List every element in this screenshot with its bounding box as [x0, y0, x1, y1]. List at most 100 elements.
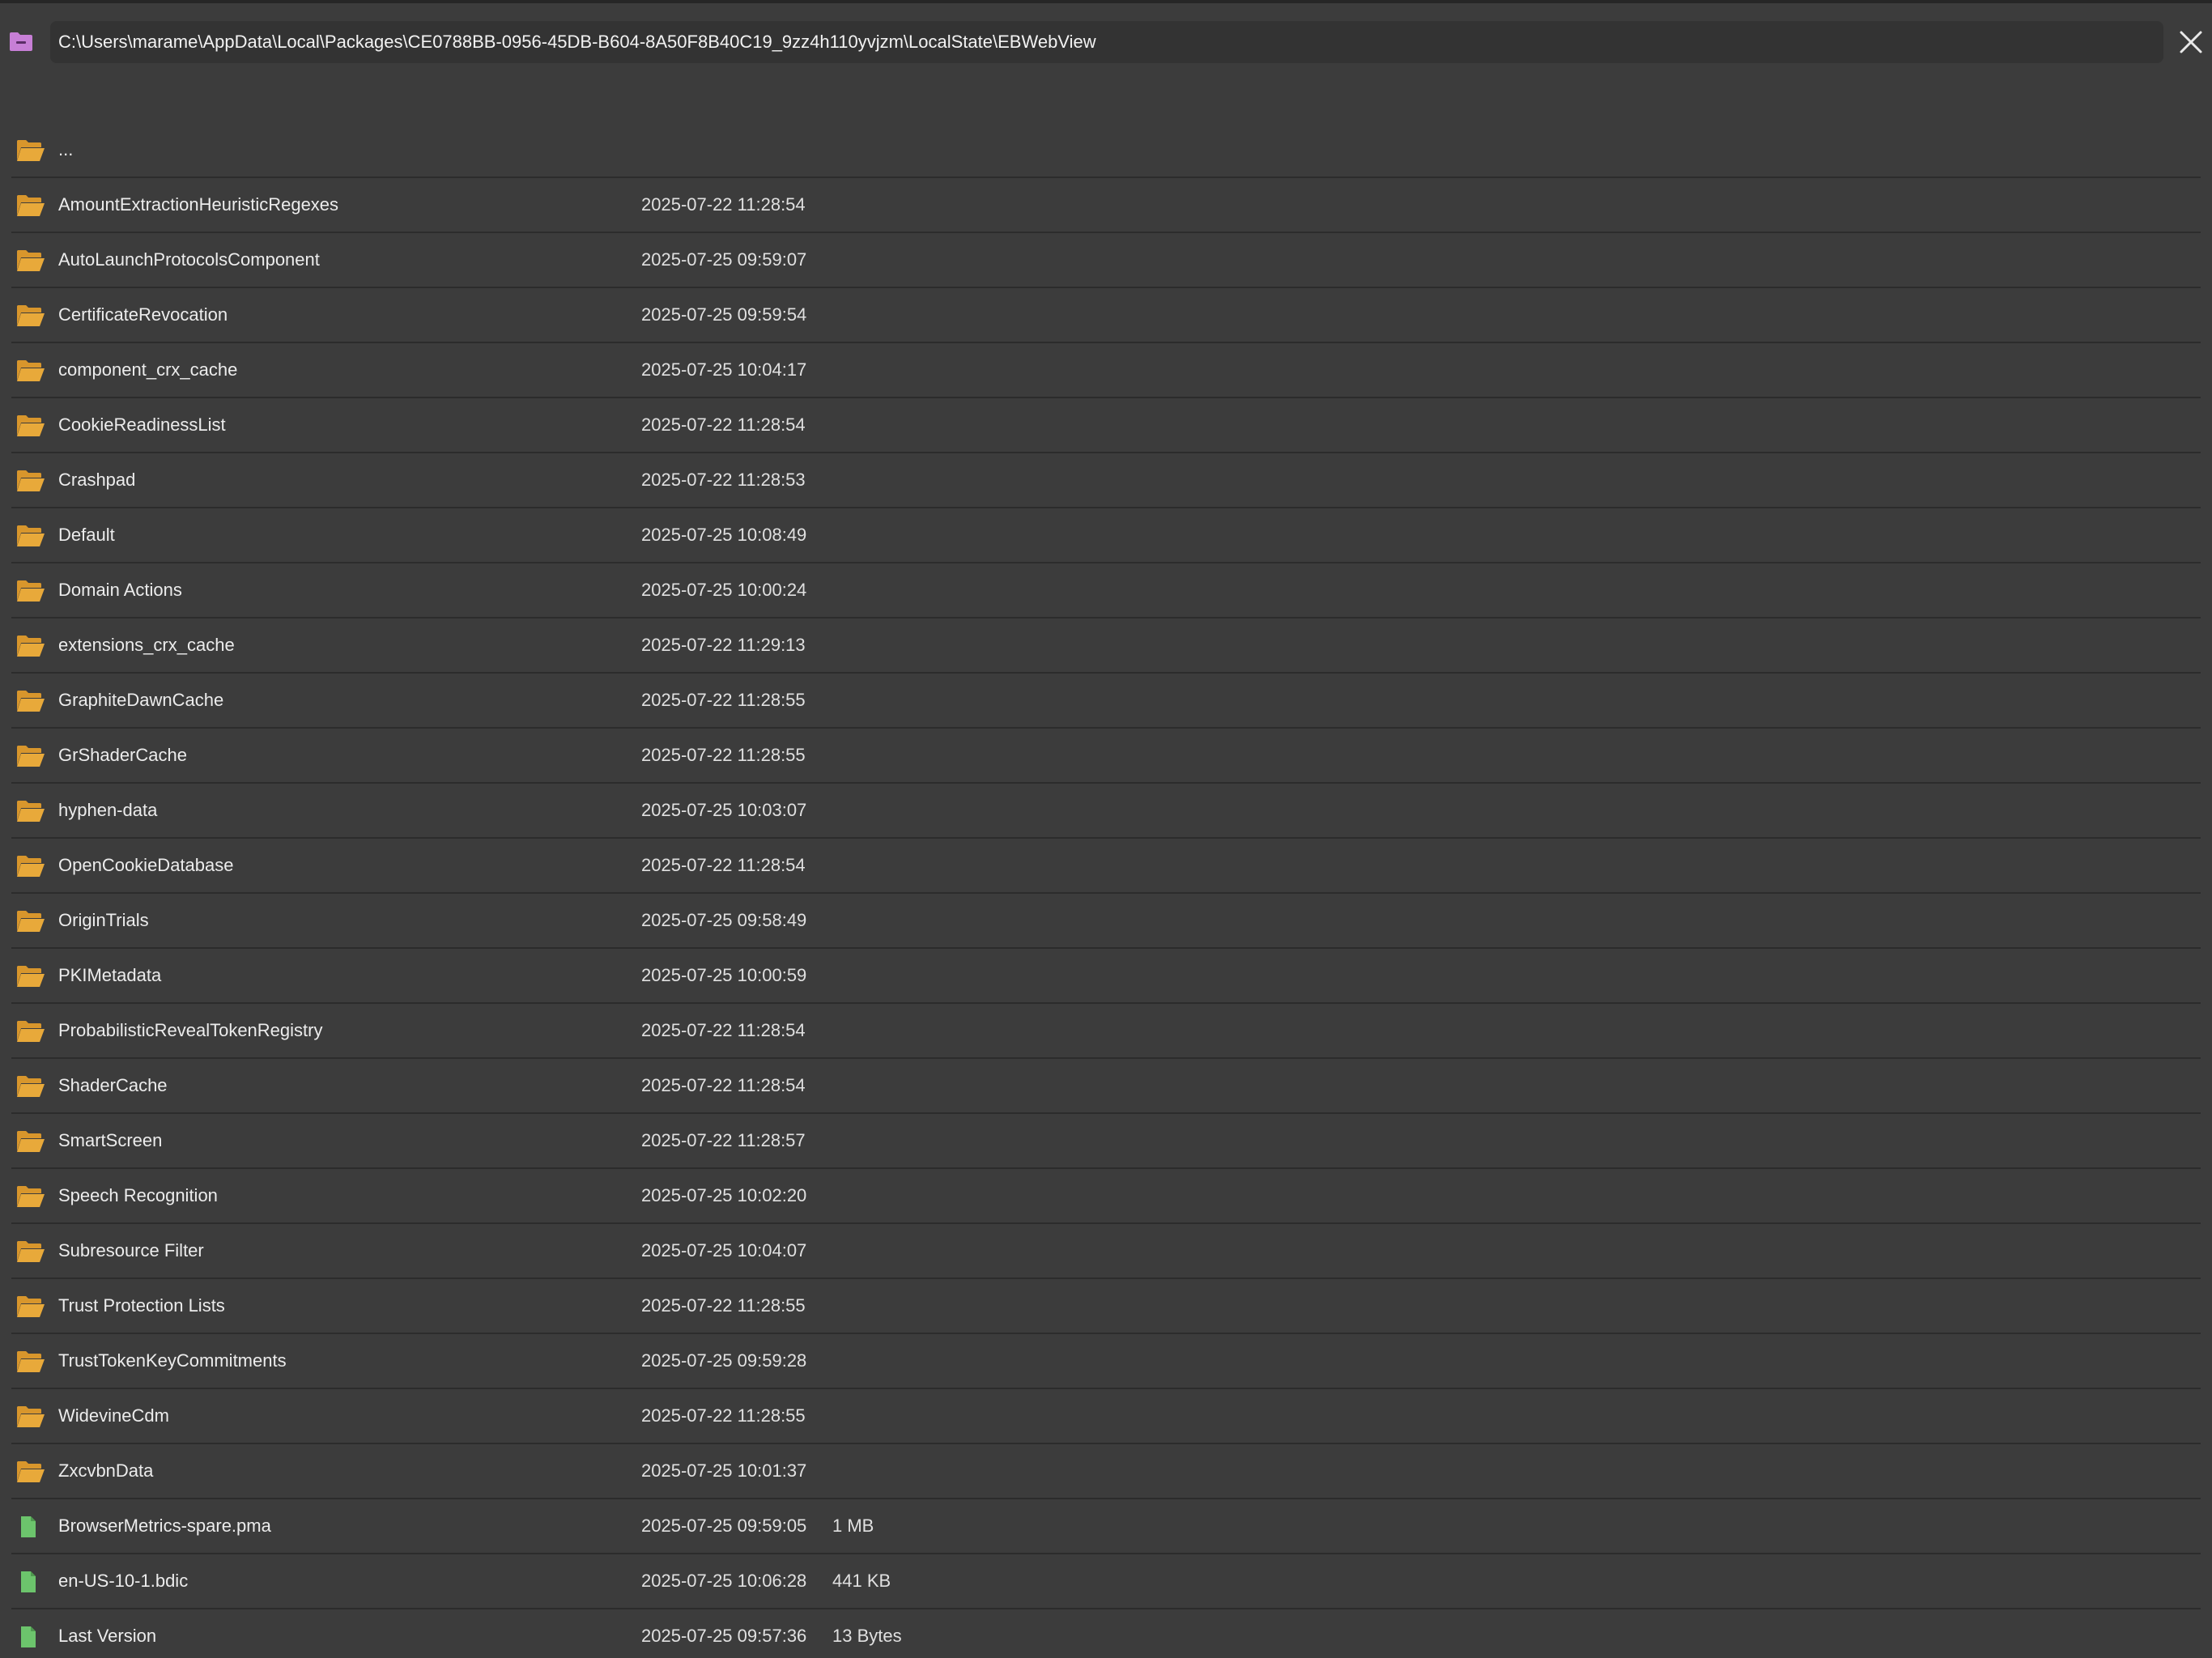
entry-date: 2025-07-25 10:04:07 — [641, 1240, 807, 1261]
entry-date: 2025-07-22 11:28:54 — [641, 1020, 806, 1040]
folder-icon — [16, 139, 45, 162]
path-text: C:\Users\marame\AppData\Local\Packages\C… — [58, 32, 1096, 52]
entry-name: hyphen-data — [58, 800, 158, 820]
folder-icon — [16, 194, 45, 217]
folder-icon — [16, 690, 45, 712]
folder-icon — [16, 1350, 45, 1373]
folder-icon — [16, 1185, 45, 1208]
file-row[interactable]: Last Version 2025-07-25 09:57:36 13 Bytes — [11, 1609, 2201, 1658]
folder-row[interactable]: CookieReadinessList 2025-07-22 11:28:54 — [11, 398, 2201, 453]
file-list: ... AmountExtractionHeuristicRegexes 2025-… — [11, 123, 2201, 1658]
file-row[interactable]: en-US-10-1.bdic 2025-07-25 10:06:28 441 KB — [11, 1554, 2201, 1609]
entry-name: CertificateRevocation — [58, 304, 228, 325]
entry-date: 2025-07-22 11:28:54 — [641, 1075, 806, 1095]
entry-name: AmountExtractionHeuristicRegexes — [58, 194, 339, 215]
entry-name: Default — [58, 525, 115, 545]
folder-row[interactable]: extensions_crx_cache 2025-07-22 11:29:13 — [11, 619, 2201, 674]
path-field[interactable]: C:\Users\marame\AppData\Local\Packages\C… — [50, 21, 2163, 63]
folder-icon — [16, 304, 45, 327]
entry-name: AutoLaunchProtocolsComponent — [58, 249, 320, 270]
folder-icon — [16, 1240, 45, 1263]
entry-name: Speech Recognition — [58, 1185, 218, 1205]
folder-icon — [16, 635, 45, 657]
entry-name: OpenCookieDatabase — [58, 855, 234, 875]
folder-icon — [16, 414, 45, 437]
folder-row[interactable]: Speech Recognition 2025-07-25 10:02:20 — [11, 1169, 2201, 1224]
folder-row[interactable]: ShaderCache 2025-07-22 11:28:54 — [11, 1059, 2201, 1114]
entry-name: OriginTrials — [58, 910, 149, 930]
entry-date: 2025-07-22 11:28:55 — [641, 1295, 806, 1316]
entry-date: 2025-07-25 09:58:49 — [641, 910, 807, 930]
folder-row[interactable]: PKIMetadata 2025-07-25 10:00:59 — [11, 949, 2201, 1004]
entry-date: 2025-07-25 09:59:07 — [641, 249, 807, 270]
folder-row[interactable]: CertificateRevocation 2025-07-25 09:59:54 — [11, 288, 2201, 343]
folder-icon — [16, 525, 45, 547]
folder-row[interactable]: TrustTokenKeyCommitments 2025-07-25 09:59… — [11, 1334, 2201, 1389]
folder-row[interactable]: Crashpad 2025-07-22 11:28:53 — [11, 453, 2201, 508]
entry-name: GraphiteDawnCache — [58, 690, 224, 710]
path-header: C:\Users\marame\AppData\Local\Packages\C… — [0, 19, 2212, 65]
folder-icon — [16, 359, 45, 382]
drive-icon[interactable] — [8, 31, 34, 52]
folder-row[interactable]: OriginTrials 2025-07-25 09:58:49 — [11, 894, 2201, 949]
folder-row[interactable]: GraphiteDawnCache 2025-07-22 11:28:55 — [11, 674, 2201, 729]
entry-name: WidevineCdm — [58, 1405, 169, 1426]
folder-icon — [16, 249, 45, 272]
entry-name: Subresource Filter — [58, 1240, 204, 1261]
folder-icon — [16, 1405, 45, 1428]
entry-name: Last Version — [58, 1626, 157, 1646]
entry-name: ShaderCache — [58, 1075, 168, 1095]
entry-date: 2025-07-25 09:59:54 — [641, 304, 807, 325]
entry-date: 2025-07-25 10:00:24 — [641, 580, 807, 600]
folder-icon — [16, 1020, 45, 1043]
folder-icon — [16, 855, 45, 878]
folder-row[interactable]: GrShaderCache 2025-07-22 11:28:55 — [11, 729, 2201, 784]
entry-name: BrowserMetrics-spare.pma — [58, 1516, 271, 1536]
entry-date: 2025-07-25 10:02:20 — [641, 1185, 807, 1205]
close-button[interactable] — [2175, 26, 2207, 58]
folder-row[interactable]: ProbabilisticRevealTokenRegistry 2025-07-… — [11, 1004, 2201, 1059]
folder-row[interactable]: AutoLaunchProtocolsComponent 2025-07-25 0… — [11, 233, 2201, 288]
folder-row[interactable]: component_crx_cache 2025-07-25 10:04:17 — [11, 343, 2201, 398]
entry-date: 2025-07-25 09:59:05 — [641, 1516, 807, 1536]
entry-date: 2025-07-25 10:03:07 — [641, 800, 807, 820]
file-icon — [16, 1626, 45, 1648]
entry-name: SmartScreen — [58, 1130, 163, 1150]
entry-name: TrustTokenKeyCommitments — [58, 1350, 287, 1371]
folder-row[interactable]: Trust Protection Lists 2025-07-22 11:28:5… — [11, 1279, 2201, 1334]
entry-date: 2025-07-25 10:08:49 — [641, 525, 807, 545]
folder-row[interactable]: Subresource Filter 2025-07-25 10:04:07 — [11, 1224, 2201, 1279]
folder-row[interactable]: AmountExtractionHeuristicRegexes 2025-07-… — [11, 178, 2201, 233]
folder-row[interactable]: hyphen-data 2025-07-25 10:03:07 — [11, 784, 2201, 839]
entry-name: CookieReadinessList — [58, 414, 226, 435]
entry-date: 2025-07-25 10:06:28 — [641, 1571, 807, 1591]
entry-date: 2025-07-25 10:04:17 — [641, 359, 807, 380]
folder-row[interactable]: WidevineCdm 2025-07-22 11:28:55 — [11, 1389, 2201, 1444]
entry-name: en-US-10-1.bdic — [58, 1571, 189, 1591]
folder-row[interactable]: ... — [11, 123, 2201, 178]
entry-date: 2025-07-25 10:00:59 — [641, 965, 807, 985]
folder-row[interactable]: Default 2025-07-25 10:08:49 — [11, 508, 2201, 563]
entry-date: 2025-07-25 09:59:28 — [641, 1350, 807, 1371]
file-row[interactable]: BrowserMetrics-spare.pma 2025-07-25 09:59… — [11, 1499, 2201, 1554]
folder-icon — [16, 1295, 45, 1318]
folder-row[interactable]: SmartScreen 2025-07-22 11:28:57 — [11, 1114, 2201, 1169]
entry-name: ... — [58, 139, 74, 159]
entry-date: 2025-07-22 11:28:57 — [641, 1130, 806, 1150]
folder-icon — [16, 910, 45, 933]
folder-icon — [16, 745, 45, 767]
entry-name: component_crx_cache — [58, 359, 238, 380]
folder-icon — [16, 1460, 45, 1483]
entry-date: 2025-07-22 11:29:13 — [641, 635, 806, 655]
folder-row[interactable]: ZxcvbnData 2025-07-25 10:01:37 — [11, 1444, 2201, 1499]
close-icon — [2180, 31, 2202, 53]
folder-row[interactable]: OpenCookieDatabase 2025-07-22 11:28:54 — [11, 839, 2201, 894]
folder-icon — [16, 965, 45, 988]
folder-row[interactable]: Domain Actions 2025-07-25 10:00:24 — [11, 563, 2201, 619]
entry-name: ZxcvbnData — [58, 1460, 154, 1481]
file-browser-window: C:\Users\marame\AppData\Local\Packages\C… — [0, 0, 2212, 1658]
entry-name: Domain Actions — [58, 580, 182, 600]
folder-icon — [16, 580, 45, 602]
entry-name: PKIMetadata — [58, 965, 162, 985]
file-icon — [16, 1571, 45, 1593]
